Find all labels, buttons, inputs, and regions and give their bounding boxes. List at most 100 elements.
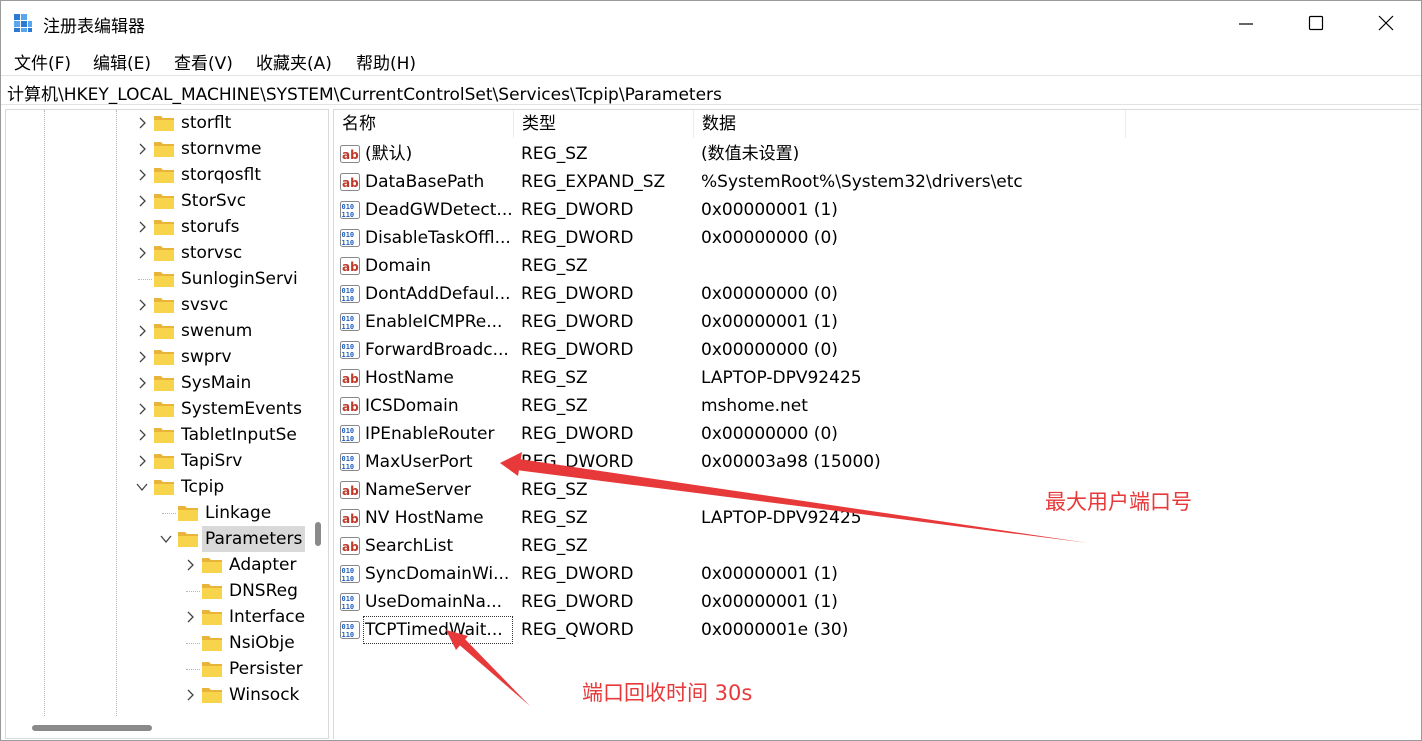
chevron-right-icon[interactable]: [184, 557, 196, 571]
binary-value-icon: 010 110: [340, 621, 360, 639]
tree-item[interactable]: swenum: [136, 318, 328, 344]
tree-item[interactable]: Adapter: [184, 552, 328, 578]
tree-horizontal-scrollbar[interactable]: [6, 716, 328, 738]
chevron-right-icon[interactable]: [184, 609, 196, 623]
svg-text:010: 010: [342, 203, 355, 211]
value-row[interactable]: ab NV HostName REG_SZ LAPTOP-DPV92425: [334, 504, 1414, 532]
tree-horizontal-scroll-thumb[interactable]: [32, 725, 152, 731]
chevron-right-icon[interactable]: [136, 323, 148, 337]
value-row[interactable]: 010 110 DisableTaskOffl... REG_DWORD 0x00000…: [334, 224, 1414, 252]
tree-item[interactable]: svsvc: [136, 292, 328, 318]
svg-text:010: 010: [342, 455, 355, 463]
address-bar[interactable]: 计算机\HKEY_LOCAL_MACHINE\SYSTEM\CurrentCon…: [1, 75, 1421, 105]
menu-view[interactable]: 查看(V): [174, 49, 233, 74]
tree-item[interactable]: Linkage: [160, 500, 328, 526]
tree-item[interactable]: Interface: [184, 604, 328, 630]
folder-icon: [153, 243, 175, 262]
chevron-right-icon[interactable]: [136, 115, 148, 129]
tree-item[interactable]: SysMain: [136, 370, 328, 396]
value-row[interactable]: 010 110 DeadGWDetect... REG_DWORD 0x00000001…: [334, 196, 1414, 224]
chevron-down-icon[interactable]: [136, 479, 148, 493]
svg-text:ab: ab: [342, 372, 359, 386]
svg-text:010: 010: [342, 567, 355, 575]
address-path[interactable]: 计算机\HKEY_LOCAL_MACHINE\SYSTEM\CurrentCon…: [7, 80, 722, 105]
chevron-down-icon[interactable]: [160, 531, 172, 545]
value-row[interactable]: 010 110 IPEnableRouter REG_DWORD 0x00000000 …: [334, 420, 1414, 448]
tree-item[interactable]: Persister: [184, 656, 328, 682]
tree-item[interactable]: SunloginServi: [136, 266, 328, 292]
tree-item-label: NsiObje: [229, 633, 295, 653]
chevron-right-icon[interactable]: [136, 427, 148, 441]
string-value-icon: ab: [340, 145, 360, 163]
value-row[interactable]: 010 110 SyncDomainWi... REG_DWORD 0x00000001…: [334, 560, 1414, 588]
chevron-right-icon[interactable]: [184, 687, 196, 701]
tree-connector: [186, 643, 200, 644]
maximize-button[interactable]: [1281, 1, 1351, 45]
tree-item[interactable]: storvsc: [136, 240, 328, 266]
menu-file[interactable]: 文件(F): [14, 49, 71, 74]
value-row[interactable]: 010 110 EnableICMPRe... REG_DWORD 0x00000001…: [334, 308, 1414, 336]
menu-favorites[interactable]: 收藏夹(A): [256, 49, 332, 74]
value-row[interactable]: ab HostName REG_SZ LAPTOP-DPV92425: [334, 364, 1414, 392]
chevron-right-icon[interactable]: [136, 245, 148, 259]
tree-item[interactable]: SystemEvents: [136, 396, 328, 422]
value-row[interactable]: ab DataBasePath REG_EXPAND_SZ %SystemRoot%\…: [334, 168, 1414, 196]
value-name: DontAddDefaul...: [365, 284, 511, 304]
svg-text:110: 110: [342, 239, 355, 247]
binary-value-icon: 010 110: [340, 229, 360, 247]
tree-item[interactable]: TapiSrv: [136, 448, 328, 474]
key-tree[interactable]: storflt stornvme storqosflt StorSvc storufs s…: [5, 109, 329, 739]
menu-help[interactable]: 帮助(H): [356, 49, 416, 74]
svg-text:110: 110: [342, 631, 355, 639]
chevron-right-icon[interactable]: [136, 375, 148, 389]
chevron-right-icon[interactable]: [136, 453, 148, 467]
column-header-name[interactable]: 名称: [334, 110, 514, 138]
tree-item[interactable]: Parameters: [160, 526, 328, 552]
value-row[interactable]: 010 110 UseDomainNa... REG_DWORD 0x00000001 …: [334, 588, 1414, 616]
binary-value-icon: 010 110: [340, 453, 360, 471]
tree-item[interactable]: storufs: [136, 214, 328, 240]
tree-item[interactable]: swprv: [136, 344, 328, 370]
binary-value-icon: 010 110: [340, 285, 360, 303]
value-row[interactable]: ab (默认) REG_SZ (数值未设置): [334, 140, 1414, 168]
values-list[interactable]: 名称 类型 数据 ab (默认) REG_SZ (数值未设置) ab DataBasePa…: [333, 109, 1419, 739]
tree-vertical-scrollbar[interactable]: [310, 110, 328, 716]
value-data: mshome.net: [701, 396, 808, 416]
tree-item[interactable]: TabletInputSe: [136, 422, 328, 448]
tree-vertical-scroll-thumb[interactable]: [315, 522, 321, 546]
tree-item[interactable]: DNSReg: [184, 578, 328, 604]
value-row[interactable]: ab ICSDomain REG_SZ mshome.net: [334, 392, 1414, 420]
tree-item[interactable]: storqosflt: [136, 162, 328, 188]
chevron-right-icon[interactable]: [136, 167, 148, 181]
value-name: DeadGWDetect...: [365, 200, 513, 220]
svg-text:ab: ab: [342, 176, 359, 190]
minimize-button[interactable]: [1211, 1, 1281, 45]
menu-edit[interactable]: 编辑(E): [93, 49, 151, 74]
chevron-right-icon[interactable]: [136, 141, 148, 155]
value-row[interactable]: 010 110 TCPTimedWait... REG_QWORD 0x0000001e…: [334, 616, 1414, 644]
tree-item[interactable]: NsiObje: [184, 630, 328, 656]
tree-item[interactable]: stornvme: [136, 136, 328, 162]
value-row[interactable]: 010 110 MaxUserPort REG_DWORD 0x00003a98 (15…: [334, 448, 1414, 476]
value-row[interactable]: ab Domain REG_SZ: [334, 252, 1414, 280]
chevron-right-icon[interactable]: [136, 401, 148, 415]
chevron-right-icon[interactable]: [136, 349, 148, 363]
value-row[interactable]: ab SearchList REG_SZ: [334, 532, 1414, 560]
tree-item[interactable]: StorSvc: [136, 188, 328, 214]
value-row[interactable]: ab NameServer REG_SZ: [334, 476, 1414, 504]
column-header-data[interactable]: 数据: [694, 110, 1126, 138]
chevron-right-icon[interactable]: [136, 193, 148, 207]
tree-item[interactable]: Winsock: [184, 682, 328, 708]
close-button[interactable]: [1351, 1, 1421, 45]
value-name: SyncDomainWi...: [365, 564, 510, 584]
title-bar[interactable]: 注册表编辑器: [1, 1, 1421, 45]
tree-item[interactable]: storflt: [136, 110, 328, 136]
chevron-right-icon[interactable]: [136, 219, 148, 233]
value-name: SearchList: [365, 536, 454, 556]
chevron-right-icon[interactable]: [136, 297, 148, 311]
value-row[interactable]: 010 110 ForwardBroadc... REG_DWORD 0x0000000…: [334, 336, 1414, 364]
tree-item[interactable]: Tcpip: [136, 474, 328, 500]
column-header-type[interactable]: 类型: [514, 110, 694, 138]
value-row[interactable]: 010 110 DontAddDefaul... REG_DWORD 0x0000000…: [334, 280, 1414, 308]
value-data: (数值未设置): [701, 144, 800, 164]
